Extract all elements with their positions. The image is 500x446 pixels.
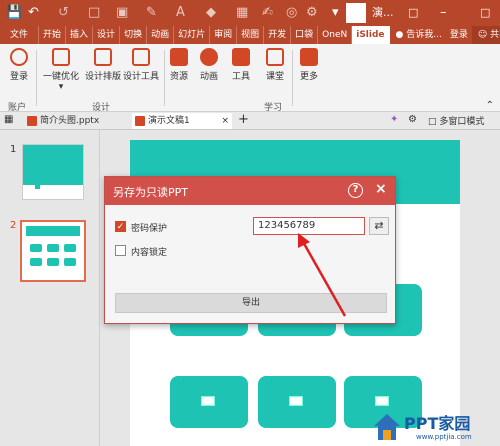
watermark-text: PPT家园 bbox=[404, 414, 471, 433]
annotation-arrow bbox=[298, 233, 347, 317]
house-icon bbox=[374, 414, 400, 440]
watermark-logo: PPT家园 www.pptjia.com bbox=[372, 408, 500, 446]
watermark-url: www.pptjia.com bbox=[416, 433, 472, 441]
